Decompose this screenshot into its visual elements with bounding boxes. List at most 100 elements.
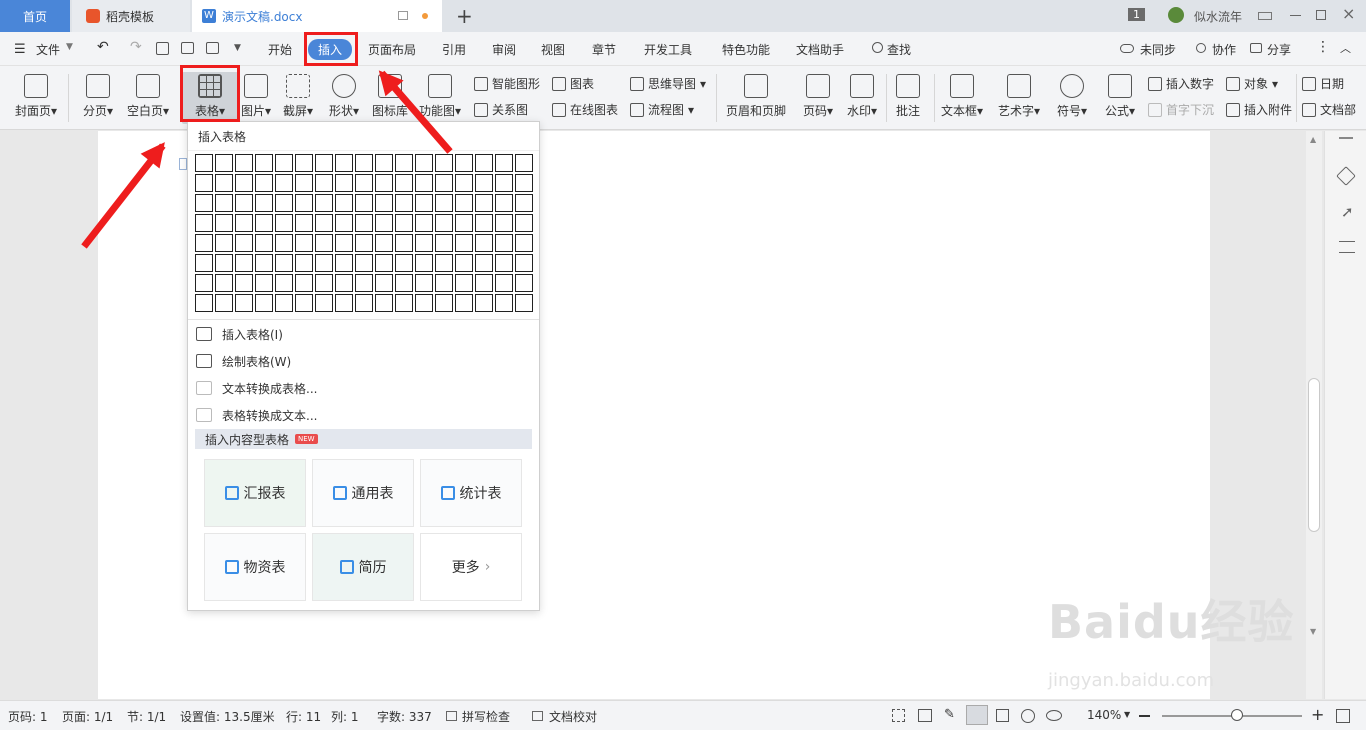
grid-cell[interactable]	[375, 154, 393, 172]
grid-cell[interactable]	[395, 174, 413, 192]
grid-cell[interactable]	[435, 234, 453, 252]
zoom-dropdown-icon[interactable]: ▼	[1124, 710, 1130, 719]
grid-cell[interactable]	[495, 234, 513, 252]
menu-chapter[interactable]: 章节	[592, 41, 616, 58]
grid-cell[interactable]	[315, 274, 333, 292]
grid-cell[interactable]	[415, 254, 433, 272]
grid-cell[interactable]	[255, 274, 273, 292]
proof-icon[interactable]	[532, 711, 543, 721]
supplies-table-card[interactable]: 物资表	[204, 533, 306, 601]
online-chart-button[interactable]: 在线图表	[552, 101, 618, 118]
restore-icon[interactable]	[398, 11, 408, 20]
grid-cell[interactable]	[195, 274, 213, 292]
grid-cell[interactable]	[515, 174, 533, 192]
grid-cell[interactable]	[235, 274, 253, 292]
grid-cell[interactable]	[315, 214, 333, 232]
date-button[interactable]: 日期	[1302, 75, 1344, 92]
user-avatar[interactable]	[1168, 7, 1184, 23]
grid-cell[interactable]	[295, 274, 313, 292]
object-button[interactable]: 对象 ▾	[1226, 75, 1278, 92]
grid-cell[interactable]	[235, 254, 253, 272]
grid-cell[interactable]	[435, 154, 453, 172]
zoom-level[interactable]: 140%	[1087, 708, 1121, 722]
scrollbar-thumb[interactable]	[1308, 378, 1320, 532]
grid-cell[interactable]	[295, 194, 313, 212]
grid-cell[interactable]	[195, 254, 213, 272]
grid-cell[interactable]	[375, 194, 393, 212]
grid-cell[interactable]	[455, 214, 473, 232]
grid-cell[interactable]	[215, 294, 233, 312]
page-break-button[interactable]: 分页▾	[70, 72, 126, 124]
pen-icon[interactable]: ✎	[944, 707, 955, 722]
grid-cell[interactable]	[335, 214, 353, 232]
save-icon[interactable]	[156, 42, 169, 55]
grid-cell[interactable]	[475, 234, 493, 252]
grid-cell[interactable]	[415, 174, 433, 192]
collapse-ribbon-icon[interactable]: ︿	[1340, 40, 1351, 56]
menu-view[interactable]: 视图	[541, 41, 565, 58]
grid-cell[interactable]	[215, 214, 233, 232]
grid-cell[interactable]	[435, 294, 453, 312]
grid-cell[interactable]	[315, 194, 333, 212]
grid-cell[interactable]	[375, 274, 393, 292]
fullscreen-icon[interactable]	[892, 709, 905, 722]
grid-cell[interactable]	[355, 274, 373, 292]
blank-page-button[interactable]: 空白页▾	[120, 72, 176, 124]
grid-cell[interactable]	[435, 254, 453, 272]
grid-cell[interactable]	[315, 234, 333, 252]
collapse-panel-icon[interactable]	[1339, 137, 1353, 139]
scroll-up-icon[interactable]: ▲	[1310, 135, 1316, 144]
grid-cell[interactable]	[415, 194, 433, 212]
grid-cell[interactable]	[495, 154, 513, 172]
grid-cell[interactable]	[215, 274, 233, 292]
grid-cell[interactable]	[435, 194, 453, 212]
grid-cell[interactable]	[215, 174, 233, 192]
grid-cell[interactable]	[395, 194, 413, 212]
grid-cell[interactable]	[435, 214, 453, 232]
grid-cell[interactable]	[275, 274, 293, 292]
status-words[interactable]: 字数: 337	[377, 708, 432, 725]
menu-assistant[interactable]: 文档助手	[796, 41, 844, 58]
grid-cell[interactable]	[275, 154, 293, 172]
grid-cell[interactable]	[255, 214, 273, 232]
menu-special[interactable]: 特色功能	[722, 41, 770, 58]
proof-button[interactable]: 文档校对	[549, 708, 597, 725]
spell-check-button[interactable]: 拼写检查	[462, 708, 510, 725]
grid-cell[interactable]	[495, 174, 513, 192]
report-table-card[interactable]: 汇报表	[204, 459, 306, 527]
wordart-button[interactable]: 艺术字▾	[994, 72, 1044, 124]
grid-cell[interactable]	[295, 214, 313, 232]
grid-cell[interactable]	[195, 214, 213, 232]
fit-window-icon[interactable]	[1336, 709, 1350, 723]
select-cursor-icon[interactable]: ➚	[1341, 203, 1354, 221]
search-icon[interactable]	[872, 42, 883, 53]
menu-layout[interactable]: 页面布局	[368, 41, 416, 58]
grid-cell[interactable]	[275, 254, 293, 272]
grid-cell[interactable]	[195, 154, 213, 172]
grid-cell[interactable]	[395, 234, 413, 252]
grid-cell[interactable]	[415, 294, 433, 312]
drop-cap-button[interactable]: 首字下沉	[1148, 101, 1214, 118]
grid-cell[interactable]	[275, 214, 293, 232]
grid-cell[interactable]	[495, 294, 513, 312]
more-templates-card[interactable]: 更多 ›	[420, 533, 522, 601]
minimize-icon[interactable]	[1290, 15, 1301, 17]
grid-cell[interactable]	[455, 274, 473, 292]
grid-cell[interactable]	[315, 254, 333, 272]
grid-cell[interactable]	[495, 214, 513, 232]
grid-cell[interactable]	[335, 194, 353, 212]
grid-cell[interactable]	[335, 174, 353, 192]
grid-cell[interactable]	[515, 294, 533, 312]
collab-icon[interactable]	[1196, 43, 1206, 53]
grid-cell[interactable]	[255, 194, 273, 212]
grid-cell[interactable]	[395, 294, 413, 312]
tab-home[interactable]: 首页	[0, 0, 70, 32]
zoom-slider-knob[interactable]	[1231, 709, 1243, 721]
grid-cell[interactable]	[235, 214, 253, 232]
mind-map-button[interactable]: 思维导图 ▾	[630, 75, 706, 92]
grid-cell[interactable]	[415, 274, 433, 292]
close-window-icon[interactable]: ×	[1342, 4, 1355, 23]
new-tab-button[interactable]: +	[456, 4, 473, 28]
hamburger-icon[interactable]: ☰	[14, 42, 26, 57]
grid-cell[interactable]	[295, 234, 313, 252]
